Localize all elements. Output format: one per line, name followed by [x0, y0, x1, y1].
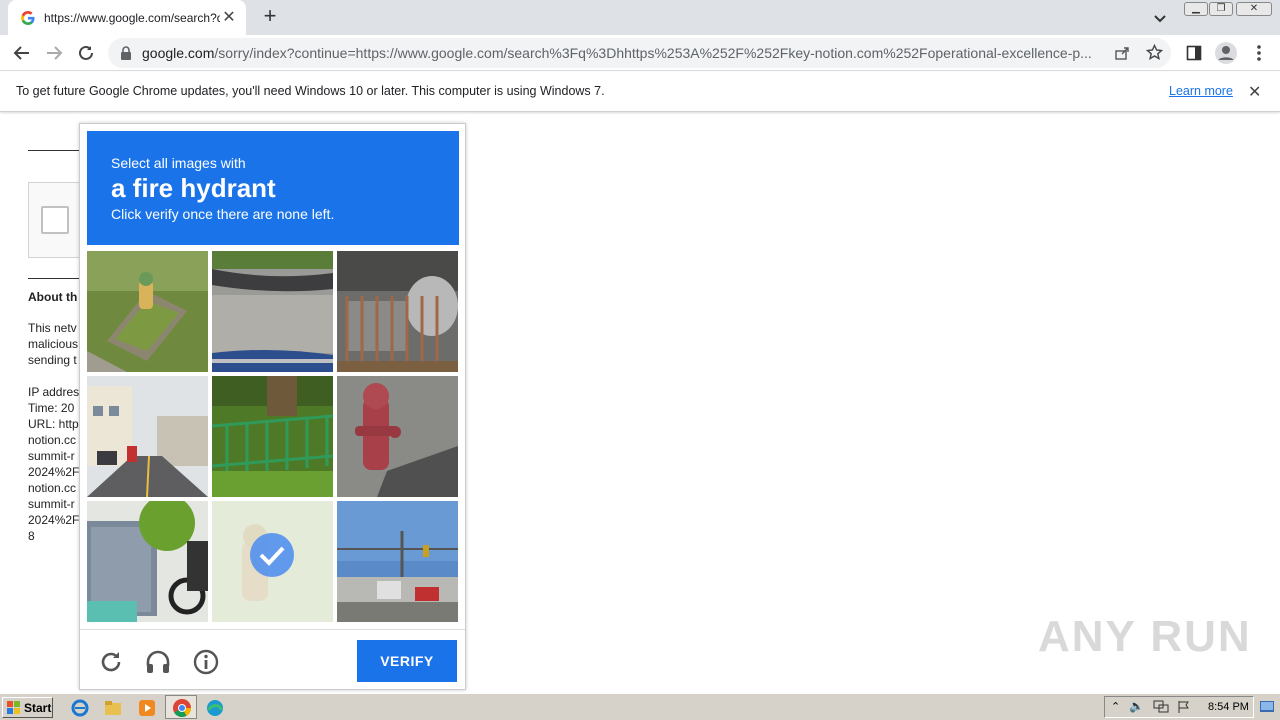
- tile-image: [212, 376, 333, 497]
- infobar-close-icon[interactable]: ✕: [1248, 82, 1261, 102]
- back-arrow-icon: [13, 46, 29, 60]
- tile-image: [212, 251, 333, 372]
- action-center-flag-icon[interactable]: [1177, 700, 1191, 714]
- media-player-icon[interactable]: [137, 698, 157, 718]
- anyrun-watermark: ANY RUN: [1038, 612, 1252, 661]
- start-label: Start: [24, 700, 52, 715]
- start-button[interactable]: Start: [2, 697, 53, 718]
- minimize-window-button[interactable]: ▁: [1184, 2, 1208, 16]
- text-line: summit-r: [28, 497, 75, 511]
- side-panel-icon[interactable]: [1186, 45, 1202, 61]
- captcha-header: Select all images with a fire hydrant Cl…: [87, 131, 459, 245]
- profile-avatar-icon[interactable]: [1214, 41, 1238, 65]
- verify-button[interactable]: VERIFY: [357, 640, 457, 682]
- url-path: /sorry/index?continue=https://www.google…: [214, 45, 1092, 61]
- captcha-tile-street-with-buildings[interactable]: [87, 376, 208, 497]
- new-tab-button[interactable]: +: [258, 5, 282, 29]
- network-icon[interactable]: [1153, 700, 1169, 714]
- reload-challenge-icon[interactable]: [97, 648, 125, 676]
- show-desktop-icon[interactable]: [1259, 699, 1275, 715]
- text-line: URL: http: [28, 417, 79, 431]
- captcha-tile-scooter-and-bin[interactable]: [87, 501, 208, 622]
- tab-close-icon[interactable]: ✕: [220, 9, 238, 27]
- text-line: 8: [28, 529, 35, 543]
- text-line: 2024%2F: [28, 513, 80, 527]
- text-line: sending t: [28, 353, 77, 367]
- tile-image: [337, 251, 458, 372]
- chrome-icon: [173, 699, 191, 718]
- restore-window-button[interactable]: ❐: [1209, 2, 1233, 16]
- text-line: notion.cc: [28, 433, 77, 447]
- selected-checkmark-icon: [250, 533, 294, 577]
- tile-image: [87, 376, 208, 497]
- text-line: notion.cc: [28, 481, 77, 495]
- windows-logo-icon: [7, 700, 20, 714]
- captcha-tile-hydrant-in-grass[interactable]: [87, 251, 208, 372]
- back-button[interactable]: [10, 41, 34, 65]
- google-favicon-icon: [21, 10, 35, 25]
- close-window-button[interactable]: ✕: [1236, 2, 1272, 16]
- browser-tab[interactable]: https://www.google.com/search?q= ✕: [8, 0, 246, 35]
- captcha-tile-faded-hydrant[interactable]: [212, 501, 333, 622]
- infobar-message: To get future Google Chrome updates, you…: [16, 84, 605, 98]
- file-explorer-icon[interactable]: [103, 698, 123, 718]
- url-domain: google.com: [142, 45, 215, 61]
- info-icon[interactable]: [192, 648, 220, 676]
- text-line: summit-r: [28, 449, 75, 463]
- tab-title: https://www.google.com/search?q=: [44, 10, 220, 25]
- bookmark-star-icon[interactable]: [1146, 44, 1163, 61]
- internet-explorer-icon[interactable]: [70, 698, 90, 718]
- tab-strip: https://www.google.com/search?q= ✕ + ▁ ❐…: [0, 0, 1280, 35]
- text-line: 2024%2F: [28, 465, 80, 479]
- reload-icon: [79, 45, 93, 60]
- browser-toolbar: google.com/sorry/index?continue=https://…: [0, 35, 1280, 71]
- page-paragraph-1: This netv malicious sending t: [28, 320, 82, 368]
- menu-kebab-icon[interactable]: [1251, 43, 1267, 63]
- edge-icon[interactable]: [205, 698, 225, 718]
- volume-icon[interactable]: 🔈: [1129, 699, 1144, 713]
- url-text: google.com/sorry/index?continue=https://…: [142, 45, 1112, 61]
- captcha-tile-red-fire-hydrant[interactable]: [337, 376, 458, 497]
- recaptcha-checkbox[interactable]: [41, 206, 69, 234]
- lock-icon[interactable]: [120, 46, 132, 60]
- text-line: This netv: [28, 321, 77, 335]
- tab-search-chevron-icon[interactable]: [1150, 8, 1170, 28]
- update-infobar: To get future Google Chrome updates, you…: [0, 72, 1280, 112]
- reload-button[interactable]: [74, 41, 98, 65]
- text-line: Time: 20: [28, 401, 75, 415]
- forward-arrow-icon: [47, 46, 63, 60]
- captcha-tile-car-behind-fence[interactable]: [337, 251, 458, 372]
- address-bar[interactable]: google.com/sorry/index?continue=https://…: [108, 38, 1171, 68]
- text-line: malicious: [28, 337, 79, 351]
- tile-image: [87, 501, 208, 622]
- captcha-tile-green-fence-garden[interactable]: [212, 376, 333, 497]
- audio-challenge-icon[interactable]: [144, 648, 172, 676]
- captcha-instruction: Select all images with: [111, 155, 246, 171]
- chrome-taskbar-item[interactable]: [165, 695, 197, 719]
- page-paragraph-2: IP addres Time: 20 URL: http notion.cc s…: [28, 384, 82, 544]
- tile-image: [337, 376, 458, 497]
- tile-image: [87, 251, 208, 372]
- about-heading: About th: [28, 290, 78, 304]
- show-hidden-icons-icon[interactable]: ⌃: [1111, 700, 1120, 713]
- forward-button[interactable]: [42, 41, 66, 65]
- taskbar-clock[interactable]: 8:54 PM: [1208, 701, 1249, 713]
- captcha-target: a fire hydrant: [111, 173, 276, 203]
- captcha-footer: VERIFY: [80, 629, 465, 689]
- text-line: IP addres: [28, 385, 80, 399]
- captcha-tile-traffic-intersection[interactable]: [337, 501, 458, 622]
- captcha-subinstruction: Click verify once there are none left.: [111, 206, 335, 222]
- captcha-tile-car-wheel-road[interactable]: [212, 251, 333, 372]
- learn-more-link[interactable]: Learn more: [1169, 84, 1233, 98]
- captcha-challenge: Select all images with a fire hydrant Cl…: [79, 123, 466, 690]
- tile-image: [337, 501, 458, 622]
- share-icon[interactable]: [1114, 45, 1130, 61]
- windows-taskbar: Start ⌃ 🔈 8:54 PM: [0, 693, 1280, 720]
